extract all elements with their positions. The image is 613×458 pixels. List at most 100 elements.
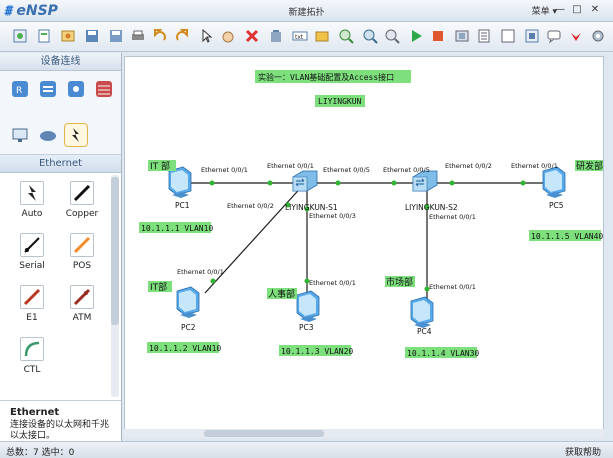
canvas-author: LIYINGKUN xyxy=(318,97,362,106)
status-bar: 总数：7 选中：0 获取帮助 xyxy=(0,441,613,458)
settings-icon[interactable] xyxy=(590,28,606,44)
delete-all-icon[interactable] xyxy=(268,28,284,44)
huawei-icon[interactable] xyxy=(568,28,584,44)
cable-copper[interactable]: Copper xyxy=(56,181,108,229)
pc3-dept: 人事部 xyxy=(268,288,295,300)
pc3-icon[interactable] xyxy=(296,290,320,323)
topology-diagram: 实验一：VLAN基础配置及Access接口 LIYINGKUN LIYINGKU… xyxy=(139,70,603,358)
start-icon[interactable] xyxy=(408,28,424,44)
help-link[interactable]: 获取帮助 xyxy=(565,445,601,458)
open-icon[interactable] xyxy=(60,28,76,44)
switch-s1-icon[interactable] xyxy=(292,170,318,192)
print-icon[interactable] xyxy=(130,28,146,44)
fit-icon[interactable] xyxy=(384,28,400,44)
capture-icon[interactable] xyxy=(454,28,470,44)
switch-category-icon[interactable] xyxy=(38,79,58,99)
delete-icon[interactable] xyxy=(244,28,260,44)
monitor-icon[interactable] xyxy=(500,28,516,44)
port-label-s2-pc4: Ethernet 0/0/1 xyxy=(429,213,476,221)
pc4-name: PC4 xyxy=(417,327,432,336)
config-icon[interactable] xyxy=(524,28,540,44)
pc1-dept: IT 部 xyxy=(150,160,170,172)
pc4-dept: 市场部 xyxy=(386,276,413,288)
stop-icon[interactable] xyxy=(430,28,446,44)
port-label-s1-pc3: Ethernet 0/0/3 xyxy=(309,212,356,220)
pc5-dept: 研发部 xyxy=(576,160,603,172)
pc1-name: PC1 xyxy=(175,201,190,210)
status-count: 总数：7 选中：0 xyxy=(6,448,75,458)
pc-category-icon[interactable] xyxy=(10,125,30,145)
pc1-icon[interactable] xyxy=(168,166,192,199)
pc2-name: PC2 xyxy=(181,323,196,332)
cable-pos[interactable]: POS xyxy=(56,233,108,281)
toolbar: txt xyxy=(0,22,613,52)
cable-e1[interactable]: E1 xyxy=(6,285,58,333)
pan-icon[interactable] xyxy=(220,28,236,44)
port-label-pc4: Ethernet 0/0/1 xyxy=(429,283,476,291)
text-icon[interactable]: txt xyxy=(292,28,308,44)
save-icon[interactable] xyxy=(84,28,100,44)
undo-icon[interactable] xyxy=(152,28,168,44)
wlan-category-icon[interactable] xyxy=(66,79,86,99)
pc2-vlan: 10.1.1.2 VLAN10 xyxy=(149,344,221,353)
port-label-s2-pc5: Ethernet 0/0/2 xyxy=(445,162,492,170)
svg-text:R: R xyxy=(16,86,22,96)
port-label-s1-pc2: Ethernet 0/0/2 xyxy=(227,202,274,210)
device-panel: 设备连线 R Ethernet Auto Copper Serial POS E… xyxy=(0,53,122,448)
port-label-s1-pc1: Ethernet 0/0/1 xyxy=(267,162,314,170)
port-label-pc3: Ethernet 0/0/1 xyxy=(309,279,356,287)
port-label-pc1: Ethernet 0/0/1 xyxy=(201,166,248,174)
pc4-vlan: 10.1.1.4 VLAN30 xyxy=(407,349,479,358)
close-button[interactable]: ✕ xyxy=(588,3,602,17)
device-category-grid: R xyxy=(0,71,121,155)
zoom-in-icon[interactable] xyxy=(338,28,354,44)
cable-category-icon[interactable] xyxy=(64,123,88,147)
cable-list-scrollbar[interactable] xyxy=(111,175,119,397)
pc5-icon[interactable] xyxy=(542,166,566,199)
port-label-pc2: Ethernet 0/0/1 xyxy=(177,268,224,276)
description-title: Ethernet xyxy=(10,407,60,418)
port-label-s1-s2: Ethernet 0/0/5 xyxy=(323,166,370,174)
cable-type-title: Ethernet xyxy=(0,155,121,173)
rectangle-icon[interactable] xyxy=(314,28,330,44)
cloud-category-icon[interactable] xyxy=(38,125,58,145)
chat-icon[interactable] xyxy=(546,28,562,44)
description-text: 连接设备的以太网和千兆以太接口。 xyxy=(10,420,110,441)
cable-ctl[interactable]: CTL xyxy=(6,337,58,385)
pc3-vlan: 10.1.1.3 VLAN20 xyxy=(281,347,353,356)
pc2-dept: IT部 xyxy=(150,281,167,293)
pc5-vlan: 10.1.1.5 VLAN40 xyxy=(531,232,603,241)
save-as-icon[interactable] xyxy=(108,28,124,44)
router-category-icon[interactable]: R xyxy=(10,79,30,99)
select-icon[interactable] xyxy=(198,28,214,44)
switch-s2-icon[interactable] xyxy=(412,170,438,192)
pc3-name: PC3 xyxy=(299,323,314,332)
pc4-icon[interactable] xyxy=(410,296,434,329)
svg-text:txt: txt xyxy=(295,34,304,41)
switch-s1-name: LIYINGKUN-S1 xyxy=(285,203,338,212)
minimize-button[interactable]: — xyxy=(553,3,567,17)
cable-atm[interactable]: ATM xyxy=(56,285,108,333)
pc2-icon[interactable] xyxy=(176,286,200,319)
maximize-button[interactable]: □ xyxy=(570,3,584,17)
pc5-name: PC5 xyxy=(549,201,564,210)
port-label-s2-s1: Ethernet 0/0/5 xyxy=(383,166,430,174)
window-title: 新建拓扑 xyxy=(288,8,325,18)
firewall-category-icon[interactable] xyxy=(94,79,114,99)
pc1-vlan: 10.1.1.1 VLAN10 xyxy=(141,224,213,233)
zoom-out-icon[interactable] xyxy=(362,28,378,44)
title-bar: ⩩ eNSP 新建拓扑 菜单 ▾ — □ ✕ xyxy=(0,0,613,22)
new-topology-icon[interactable] xyxy=(12,28,28,44)
list-icon[interactable] xyxy=(476,28,492,44)
device-category-title: 设备连线 xyxy=(0,53,121,71)
topology-canvas[interactable]: 实验一：VLAN基础配置及Access接口 LIYINGKUN LIYINGKU… xyxy=(124,56,604,438)
new-template-icon[interactable] xyxy=(36,28,52,44)
port-label-pc5: Ethernet 0/0/1 xyxy=(511,162,558,170)
cable-auto[interactable]: Auto xyxy=(6,181,58,229)
links xyxy=(191,182,555,303)
redo-icon[interactable] xyxy=(174,28,190,44)
link-s1-pc2 xyxy=(204,182,306,294)
canvas-title: 实验一：VLAN基础配置及Access接口 xyxy=(258,72,394,82)
cable-serial[interactable]: Serial xyxy=(6,233,58,281)
canvas-horizontal-scrollbar[interactable] xyxy=(124,429,604,438)
